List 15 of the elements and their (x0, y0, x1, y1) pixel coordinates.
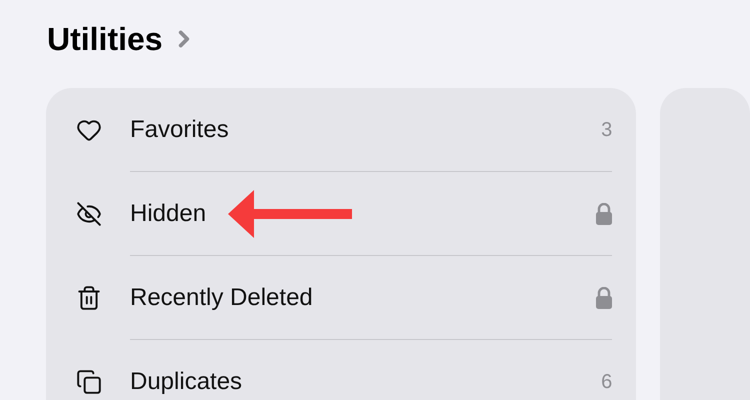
item-count: 6 (601, 370, 612, 395)
trash-icon (76, 285, 102, 311)
item-label: Favorites (130, 114, 229, 144)
item-label: Hidden (130, 198, 206, 228)
copy-icon (76, 369, 102, 395)
list-item[interactable]: Favorites 3 (46, 88, 636, 172)
list-item[interactable]: Recently Deleted (46, 256, 636, 340)
section-title: Utilities (47, 23, 163, 55)
lock-icon (596, 202, 612, 224)
list-item[interactable]: Duplicates 6 (46, 340, 636, 400)
item-label: Recently Deleted (130, 282, 313, 312)
item-label: Duplicates (130, 367, 242, 397)
eye-slash-icon (76, 201, 102, 227)
item-count: 3 (601, 118, 612, 142)
lock-icon (596, 286, 612, 308)
